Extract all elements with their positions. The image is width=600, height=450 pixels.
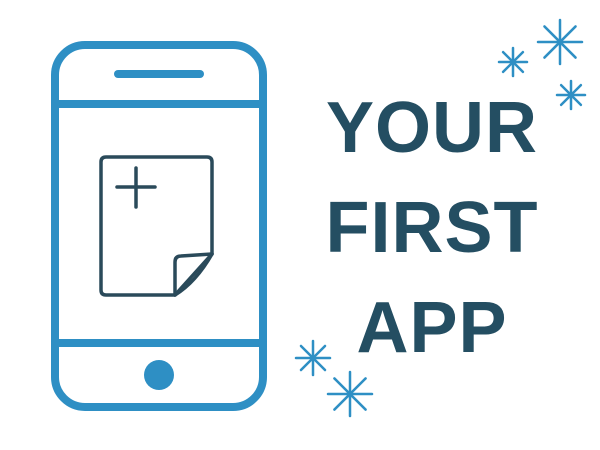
title-line-1: YOUR xyxy=(312,92,552,164)
title-line-2: FIRST xyxy=(312,192,552,264)
sparkle-icon xyxy=(499,48,527,76)
smartphone-icon xyxy=(55,45,263,407)
title-line-3: APP xyxy=(312,292,552,364)
phone-body xyxy=(55,45,263,407)
sparkle-icon xyxy=(557,81,585,109)
document-outline xyxy=(101,157,212,295)
new-document-icon xyxy=(101,157,212,295)
phone-home-button xyxy=(144,360,174,390)
plus-icon xyxy=(117,168,155,207)
sparkle-icon xyxy=(538,20,582,64)
sparkle-icon xyxy=(328,372,372,416)
